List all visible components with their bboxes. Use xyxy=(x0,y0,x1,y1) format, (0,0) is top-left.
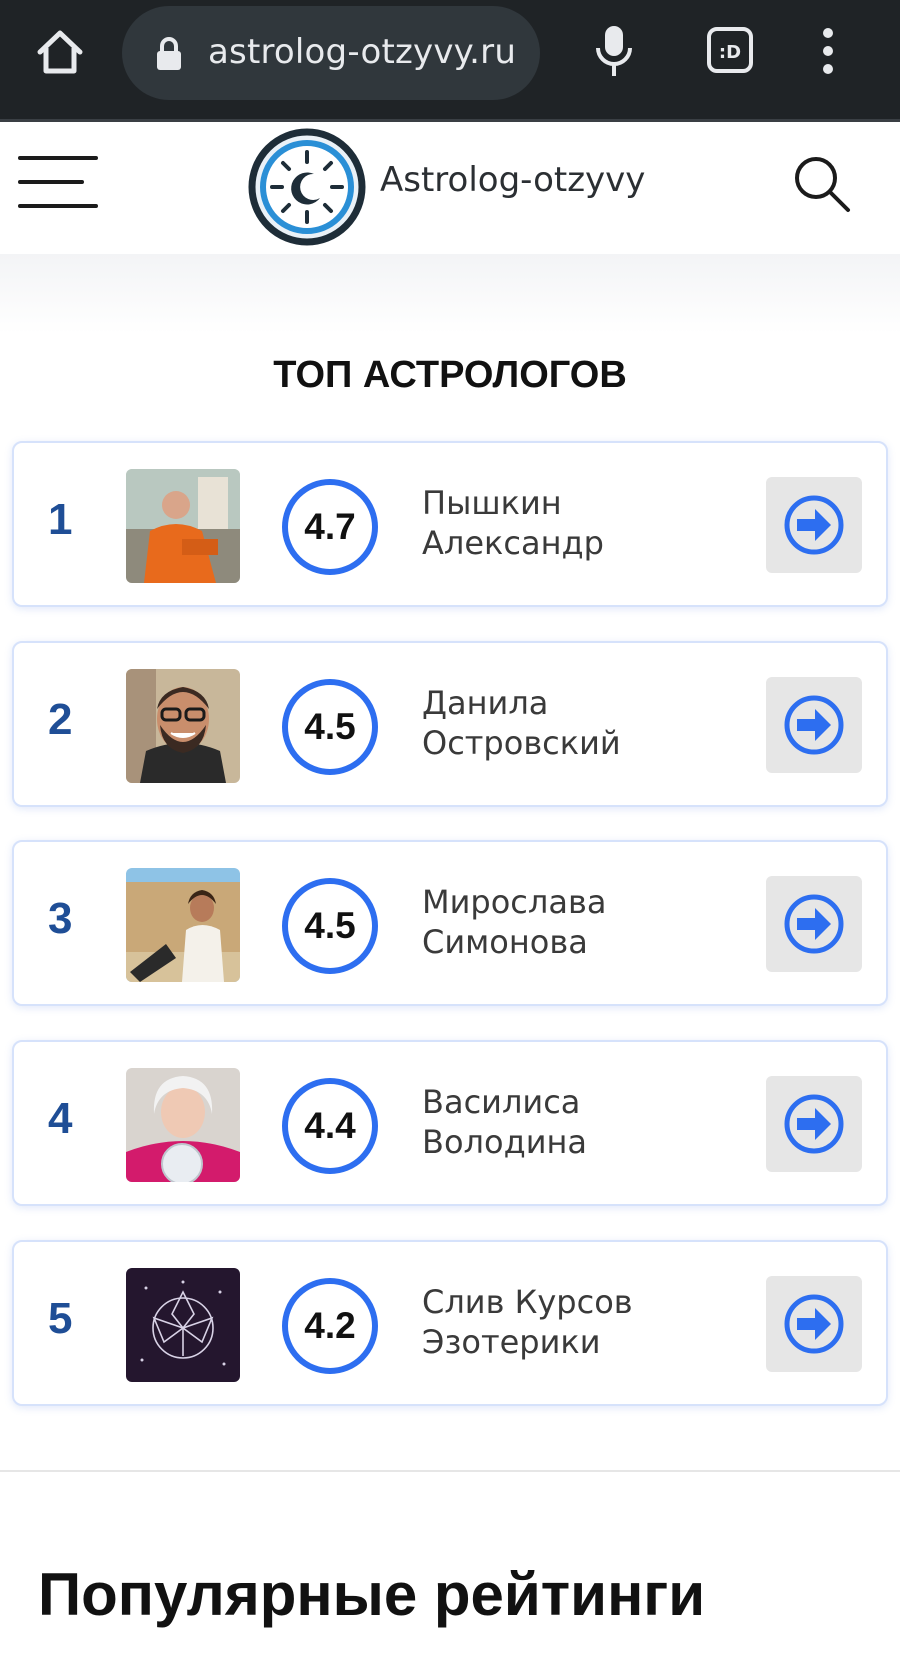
score-ring: 4.2 xyxy=(282,1278,378,1374)
go-button[interactable] xyxy=(766,1276,862,1372)
astrologer-name[interactable]: Пышкин Александр xyxy=(422,483,722,563)
rank-number: 3 xyxy=(48,894,73,943)
name-line-2: Александр xyxy=(422,524,604,562)
rating-card[interactable]: 5 4.2 Слив Курсов Эзотерики xyxy=(12,1240,888,1406)
name-line-2: Островский xyxy=(422,724,621,762)
score-value: 4.5 xyxy=(304,706,356,747)
score-value: 4.4 xyxy=(304,1105,356,1146)
rank-number: 4 xyxy=(48,1094,73,1143)
rank-number: 5 xyxy=(48,1294,73,1343)
name-line-2: Володина xyxy=(422,1123,588,1161)
go-button[interactable] xyxy=(766,477,862,573)
logo-text[interactable]: Astrolog-otzyvy xyxy=(380,160,645,200)
header-shadow xyxy=(0,254,900,334)
name-line-1: Слив Курсов xyxy=(422,1283,633,1321)
url-text: astrolog-otzyvy.ru xyxy=(208,32,517,72)
score-value: 4.2 xyxy=(304,1305,356,1346)
name-line-1: Мирослава xyxy=(422,883,607,921)
logo-icon[interactable] xyxy=(248,128,366,246)
go-button[interactable] xyxy=(766,1076,862,1172)
arrow-right-icon xyxy=(784,1094,844,1154)
name-line-2: Симонова xyxy=(422,923,588,961)
score-value: 4.7 xyxy=(304,506,356,547)
section-title: ТОП АСТРОЛОГОВ xyxy=(273,354,627,396)
arrow-right-icon xyxy=(784,894,844,954)
svg-text::D: :D xyxy=(719,42,741,63)
lock-icon xyxy=(154,36,184,72)
rank-number: 2 xyxy=(48,695,73,744)
avatar[interactable] xyxy=(126,1268,240,1382)
rating-card[interactable]: 1 4.7 Пышкин Александр xyxy=(12,441,888,607)
score-ring: 4.5 xyxy=(282,878,378,974)
astrologer-name[interactable]: Мирослава Симонова xyxy=(422,882,722,962)
name-line-1: Василиса xyxy=(422,1083,581,1121)
go-button[interactable] xyxy=(766,876,862,972)
site-header: Astrolog-otzyvy xyxy=(0,122,900,254)
home-icon[interactable] xyxy=(34,26,86,78)
score-ring: 4.5 xyxy=(282,679,378,775)
astrologer-name[interactable]: Слив Курсов Эзотерики xyxy=(422,1282,722,1362)
name-line-2: Эзотерики xyxy=(422,1323,601,1361)
score-ring: 4.7 xyxy=(282,479,378,575)
name-line-1: Пышкин xyxy=(422,484,562,522)
rating-card[interactable]: 3 4.5 Мирослава Симонова xyxy=(12,840,888,1006)
hamburger-icon[interactable] xyxy=(18,152,100,212)
tabs-icon[interactable]: :D xyxy=(706,26,754,74)
arrow-right-icon xyxy=(784,695,844,755)
browser-toolbar: astrolog-otzyvy.ru :D xyxy=(0,0,900,122)
arrow-right-icon xyxy=(784,1294,844,1354)
section-divider xyxy=(0,1470,900,1472)
arrow-right-icon xyxy=(784,495,844,555)
rating-card[interactable]: 2 4.5 Данила Островский xyxy=(12,641,888,807)
score-value: 4.5 xyxy=(304,905,356,946)
mic-icon[interactable] xyxy=(592,22,636,80)
address-bar[interactable]: astrolog-otzyvy.ru xyxy=(122,6,540,100)
more-vert-icon[interactable] xyxy=(816,26,840,76)
astrologer-name[interactable]: Василиса Володина xyxy=(422,1082,722,1162)
score-ring: 4.4 xyxy=(282,1078,378,1174)
avatar[interactable] xyxy=(126,1068,240,1182)
avatar[interactable] xyxy=(126,669,240,783)
name-line-1: Данила xyxy=(422,684,549,722)
popular-ratings-title: Популярные рейтинги xyxy=(38,1561,706,1628)
astrologer-name[interactable]: Данила Островский xyxy=(422,683,722,763)
search-icon[interactable] xyxy=(792,154,852,214)
avatar[interactable] xyxy=(126,868,240,982)
rating-card[interactable]: 4 4.4 Василиса Володина xyxy=(12,1040,888,1206)
rank-number: 1 xyxy=(48,495,73,544)
avatar[interactable] xyxy=(126,469,240,583)
go-button[interactable] xyxy=(766,677,862,773)
